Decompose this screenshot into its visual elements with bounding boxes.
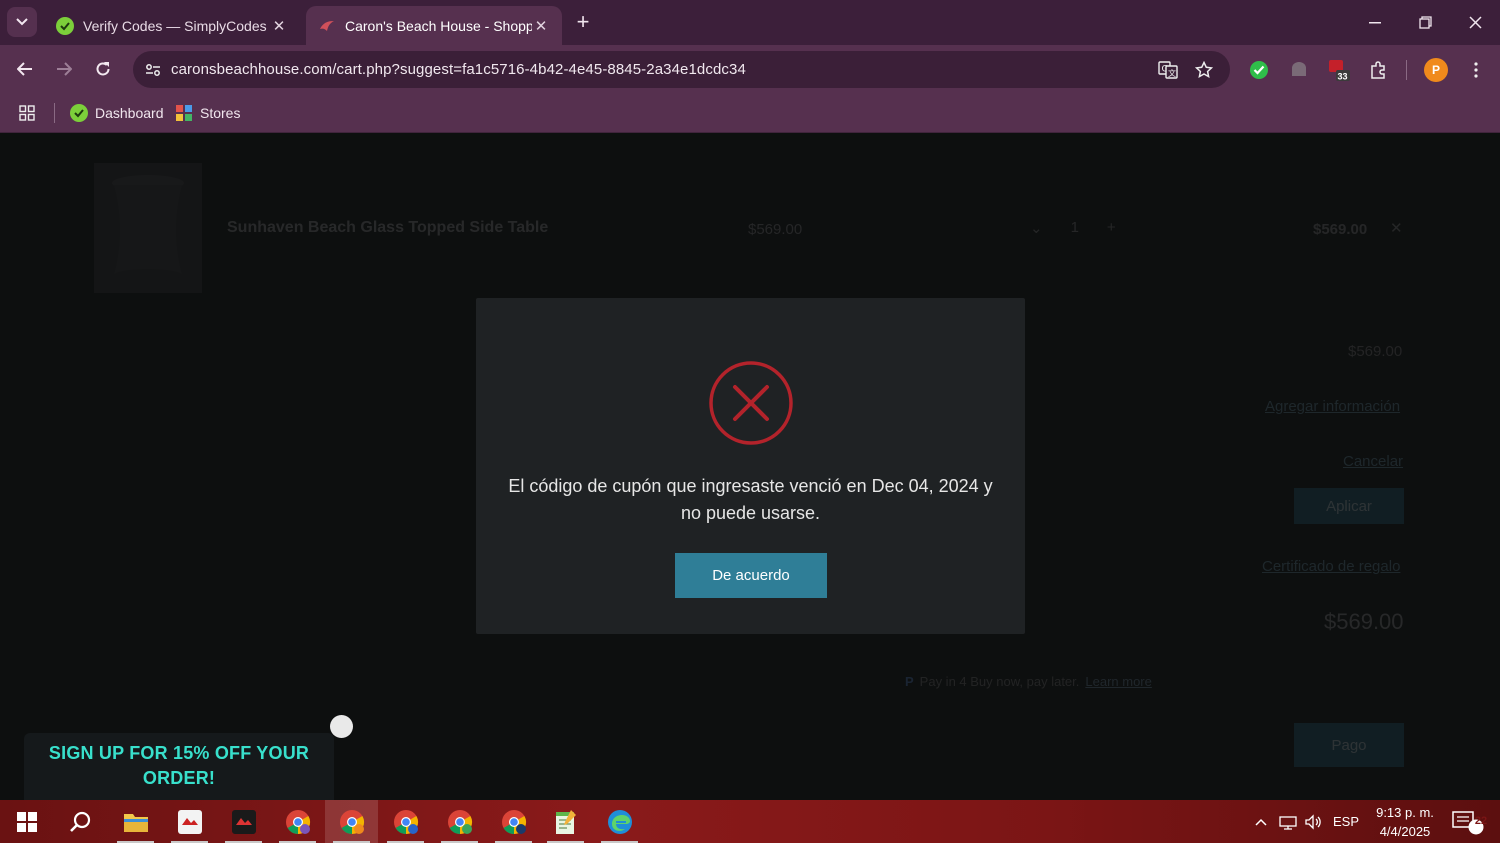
chrome-icon [393,809,418,834]
chrome-icon [285,809,310,834]
chrome-profile-1[interactable] [271,800,324,843]
close-tab-icon[interactable]: ✕ [270,17,288,35]
network-icon[interactable] [1277,800,1299,843]
browser-toolbar: caronsbeachhouse.com/cart.php?suggest=fa… [0,45,1500,93]
tab-title: Caron's Beach House - Shopping Cart [345,17,532,34]
tab-simplycodes[interactable]: Verify Codes — SimplyCodes ✕ [44,6,300,45]
notification-center-button[interactable]: 22 [1448,800,1488,843]
media-app-icon [231,809,256,834]
chrome-icon [339,809,364,834]
bookmarks-divider [54,103,55,123]
ok-button[interactable]: De acuerdo [675,553,827,598]
chrome-profile-active[interactable] [325,800,378,843]
error-message: El código de cupón que ingresaste venció… [508,476,993,523]
restore-icon [1418,16,1432,29]
show-hidden-icons-button[interactable] [1250,800,1272,843]
tab-title: Verify Codes — SimplyCodes [83,17,267,34]
chevron-down-icon [16,18,28,26]
simplycodes-extension-icon[interactable] [1247,58,1271,82]
clock-time: 9:13 p. m. [1376,805,1434,820]
cart-page: Sunhaven Beach Glass Topped Side Table $… [0,133,1500,800]
chevron-up-icon [1255,818,1267,826]
bookmark-label: Dashboard [95,105,164,121]
address-bar[interactable]: caronsbeachhouse.com/cart.php?suggest=fa… [133,51,1230,88]
edge-app[interactable] [593,800,646,843]
toolbar-divider [1406,60,1407,80]
coupon-error-dialog: El código de cupón que ingresaste venció… [476,298,1025,634]
windows-taskbar: ESP 9:13 p. m. 4/4/2025 22 [0,800,1500,843]
bookmark-star-icon[interactable] [1191,57,1217,83]
bookmark-dashboard[interactable]: Dashboard [70,100,164,126]
puzzle-grey-extension-icon[interactable] [1287,58,1311,82]
chrome-icon [447,809,472,834]
media-app-dark[interactable] [217,800,270,843]
search-icon [69,811,90,832]
edge-icon [607,809,632,834]
close-icon [1468,16,1482,29]
arrow-left-icon [17,62,32,76]
tab-strip: Verify Codes — SimplyCodes ✕ Caron's Bea… [0,0,1500,45]
notepad-app[interactable] [539,800,592,843]
forward-button[interactable] [49,54,79,84]
bookmark-stores[interactable]: Stores [175,100,240,126]
translate-icon[interactable]: G文 [1155,57,1181,83]
browser-menu-icon[interactable] [1464,58,1488,82]
red-extension-icon[interactable]: 33 [1327,58,1351,82]
signup-promo-banner[interactable]: SIGN UP FOR 15% OFF YOUR ORDER! [24,733,334,800]
profile-initial: P [1424,58,1448,82]
close-tab-icon[interactable]: ✕ [532,17,550,35]
tab-search-button[interactable] [7,7,37,37]
bookmark-label: Stores [200,105,241,121]
simplycodes-icon [70,104,88,122]
language-indicator[interactable]: ESP [1330,800,1362,843]
extensions-puzzle-icon[interactable] [1367,58,1391,82]
folder-icon [123,813,148,832]
start-button[interactable] [0,800,53,843]
restore-button[interactable] [1400,0,1450,45]
promo-close-button[interactable] [330,715,353,738]
system-clock[interactable]: 9:13 p. m. 4/4/2025 [1368,803,1442,841]
svg-text:文: 文 [1168,68,1176,78]
bookmarks-bar: Dashboard Stores [0,93,1500,133]
apps-grid-icon[interactable] [18,100,36,126]
reload-button[interactable] [88,54,118,84]
volume-icon[interactable] [1302,800,1324,843]
arrow-right-icon [57,62,72,76]
file-explorer-app[interactable] [109,800,162,843]
profile-avatar[interactable]: P [1424,58,1448,82]
url-text: caronsbeachhouse.com/cart.php?suggest=fa… [171,61,746,78]
media-app-icon [177,809,202,834]
media-app-white[interactable] [163,800,216,843]
tab-carons-cart[interactable]: Caron's Beach House - Shopping Cart ✕ [306,6,562,45]
chrome-profile-2[interactable] [379,800,432,843]
minimize-icon [1369,21,1381,23]
chrome-icon [501,809,526,834]
windows-logo-icon [16,811,37,832]
minimize-button[interactable] [1350,0,1400,45]
back-button[interactable] [10,54,40,84]
new-tab-button[interactable]: + [570,10,596,36]
error-x-icon [709,361,793,445]
stores-icon [176,105,192,121]
carons-logo-icon [320,20,334,31]
promo-text: SIGN UP FOR 15% OFF YOUR ORDER! [48,743,310,788]
notepad-icon [555,809,576,834]
site-info-icon[interactable] [135,51,171,88]
reload-icon [96,62,110,76]
notification-count: 22 [1474,815,1488,827]
simplycodes-icon [56,16,74,35]
close-window-button[interactable] [1450,0,1500,45]
extension-badge-count: 33 [1338,72,1348,82]
clock-date: 4/4/2025 [1379,824,1431,839]
search-button[interactable] [53,800,106,843]
chrome-profile-4[interactable] [487,800,540,843]
chrome-profile-3[interactable] [433,800,486,843]
